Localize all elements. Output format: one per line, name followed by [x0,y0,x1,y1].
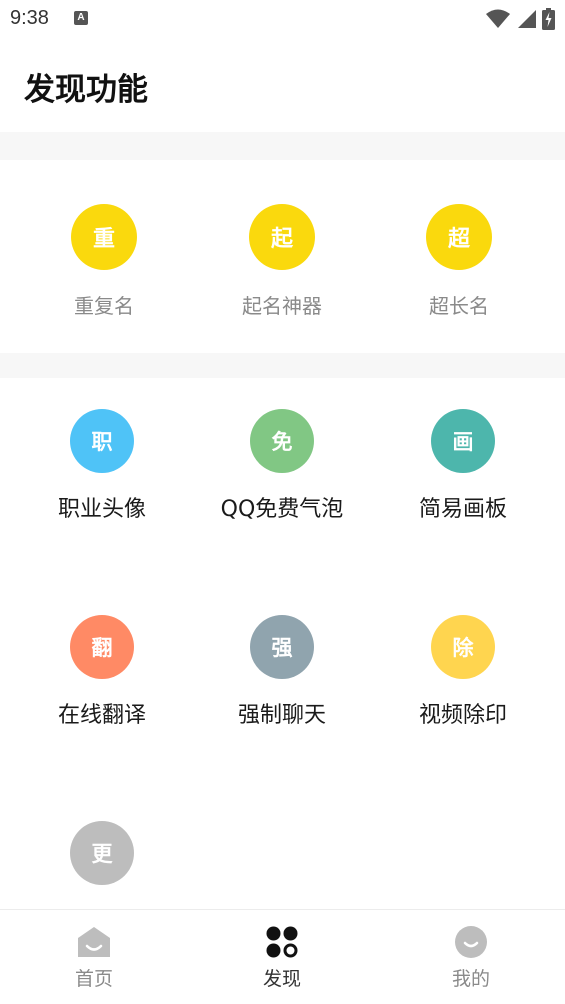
feature-video-watermark-remove[interactable]: 除 视频除印 [369,615,557,729]
nav-label: 我的 [451,968,490,990]
feature-label: 视频除印 [418,703,507,728]
feature-label: 起名神器 [242,294,322,318]
feature-label: QQ免费气泡 [220,497,344,522]
feature-long-name[interactable]: 超 超长名 [365,204,553,319]
feature-label: 在线翻译 [57,703,146,728]
battery-charging-icon [542,8,555,30]
home-icon [76,924,112,960]
qq-bubble-icon: 免 [250,409,314,473]
feature-online-translate[interactable]: 翻 在线翻译 [8,615,196,729]
nav-label: 发现 [262,968,301,990]
feature-label: 职业头像 [57,497,146,522]
feature-job-avatar[interactable]: 职 职业头像 [8,409,196,523]
feature-drawing-board[interactable]: 画 简易画板 [369,409,557,523]
feature-label: 重复名 [74,294,134,318]
section-divider [0,353,565,378]
feature-label: 简易画板 [418,497,507,522]
page-title: 发现功能 [24,72,148,108]
profile-smile-icon [453,924,489,960]
status-icons [486,8,555,30]
status-bar: 9:38 A [0,0,565,38]
job-avatar-icon: 职 [70,409,134,473]
duplicate-name-icon: 重 [71,204,137,270]
feature-duplicate-name[interactable]: 重 重复名 [10,204,198,319]
discover-grid-icon [264,924,300,960]
drawing-board-icon: 画 [431,409,495,473]
naming-tool-icon: 起 [249,204,315,270]
nav-label: 首页 [74,968,113,990]
section-divider [0,132,565,160]
translate-icon: 翻 [70,615,134,679]
cellular-signal-icon [518,10,536,28]
bottom-navigation: 首页 发现 我的 [0,909,565,1004]
nav-mine[interactable]: 我的 [377,924,565,991]
status-time: 9:38 [10,7,49,29]
feature-label: 强制聊天 [237,703,326,728]
nav-discover[interactable]: 发现 [188,924,376,991]
feature-force-chat[interactable]: 强 强制聊天 [188,615,376,729]
more-features-icon: 更 [70,821,134,885]
feature-naming-tool[interactable]: 起 起名神器 [188,204,376,319]
wifi-icon [486,9,510,28]
watermark-remove-icon: 除 [431,615,495,679]
feature-qq-bubble[interactable]: 免 QQ免费气泡 [188,409,376,523]
nav-home[interactable]: 首页 [0,924,188,991]
force-chat-icon: 强 [250,615,314,679]
notification-a-icon: A [74,11,88,25]
feature-label: 超长名 [429,294,489,318]
long-name-icon: 超 [426,204,492,270]
